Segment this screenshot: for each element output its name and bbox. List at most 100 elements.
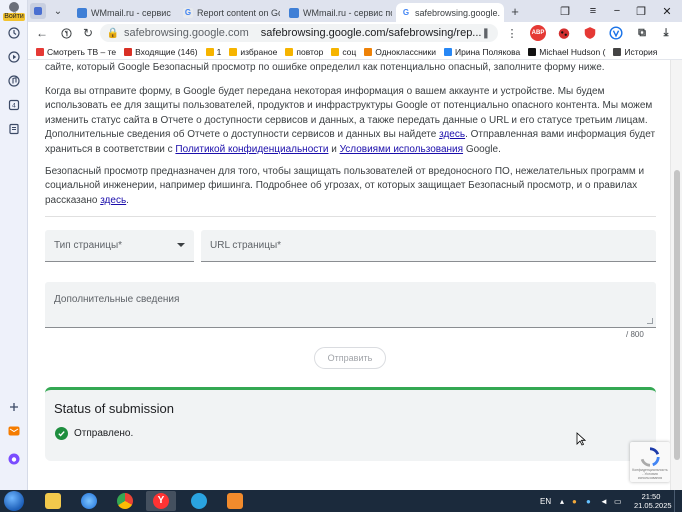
- report-details-link[interactable]: здесь: [439, 129, 465, 140]
- page-url-label: URL страницы*: [210, 240, 282, 251]
- vpn-extension-icon[interactable]: [608, 25, 624, 41]
- recaptcha-text[interactable]: Конфиденциальность - Условия использован…: [632, 468, 668, 480]
- bookmark-item[interactable]: Смотреть ТВ – те: [36, 47, 116, 57]
- downloads-icon[interactable]: ⤓: [658, 25, 674, 41]
- bookmark-item[interactable]: История: [613, 47, 657, 57]
- start-button[interactable]: [4, 491, 24, 511]
- resize-handle-icon[interactable]: [647, 318, 653, 324]
- submit-button[interactable]: Отправить: [314, 347, 386, 369]
- media-player-icon: [227, 493, 243, 509]
- show-desktop-button[interactable]: [674, 490, 682, 512]
- tabs-menu-button[interactable]: [30, 3, 46, 19]
- minimize-button[interactable]: −: [608, 2, 626, 20]
- submission-status-card: Status of submission Отправлено.: [45, 387, 656, 461]
- page-type-label: Тип страницы*: [54, 240, 123, 251]
- tab-safebrowsing[interactable]: G safebrowsing.google. ✕: [396, 3, 504, 22]
- chevron-down-icon: ⌄: [53, 5, 63, 17]
- login-button[interactable]: Войти: [3, 2, 25, 21]
- close-tab-icon[interactable]: ✕: [500, 7, 504, 18]
- taskbar-telegram[interactable]: [184, 491, 214, 511]
- play-icon[interactable]: [7, 50, 21, 64]
- tabs-count-icon[interactable]: 4: [7, 98, 21, 112]
- page-scrollbar[interactable]: [670, 60, 682, 490]
- extensions-icon[interactable]: ⧉: [634, 25, 650, 41]
- add-panel-icon[interactable]: [7, 400, 21, 414]
- taskbar-ie[interactable]: [74, 491, 104, 511]
- globe-icon: [81, 493, 97, 509]
- back-button[interactable]: ←: [34, 25, 50, 41]
- address-url[interactable]: safebrowsing.google.com/safebrowsing/rep…: [261, 27, 482, 39]
- bookmark-folder[interactable]: соц: [331, 47, 356, 57]
- threats-info-link[interactable]: здесь: [100, 195, 126, 206]
- tab-wmmail-1[interactable]: WMmail.ru - сервис по: [72, 3, 174, 22]
- google-icon: G: [183, 7, 193, 18]
- tab-overview-button[interactable]: ❐: [556, 2, 574, 20]
- check-circle-icon: [55, 427, 68, 440]
- tab-strip: ⌄ WMmail.ru - сервис по G Report content…: [28, 0, 682, 22]
- history-icon[interactable]: [7, 26, 21, 40]
- tray-expand-icon[interactable]: ▴: [560, 490, 564, 512]
- mail-app-icon[interactable]: [7, 424, 21, 438]
- notifications-icon[interactable]: ▭: [614, 490, 622, 512]
- taskbar-chrome[interactable]: [110, 491, 140, 511]
- shield-extension-icon[interactable]: [582, 25, 598, 41]
- recaptcha-badge[interactable]: Конфиденциальность - Условия использован…: [630, 442, 670, 482]
- page-url-input[interactable]: URL страницы*: [201, 230, 656, 262]
- maximize-button[interactable]: ❐: [632, 2, 650, 20]
- scrollbar-thumb[interactable]: [674, 170, 680, 460]
- ladybug-extension-icon[interactable]: [556, 25, 572, 41]
- adblock-plus-icon[interactable]: ABP: [530, 25, 546, 41]
- tab-title: WMmail.ru - сервис по: [303, 7, 392, 18]
- yandex-button[interactable]: [58, 25, 74, 41]
- lock-icon: 🔒: [106, 27, 120, 39]
- tray-app-icon[interactable]: ●: [572, 490, 577, 512]
- tab-title: WMmail.ru - сервис по: [91, 7, 174, 18]
- more-button[interactable]: ⋮: [504, 25, 520, 41]
- music-icon[interactable]: [7, 74, 21, 88]
- alice-assistant-icon[interactable]: [7, 452, 21, 466]
- folder-icon: [331, 47, 340, 56]
- svg-text:4: 4: [12, 102, 16, 110]
- volume-icon[interactable]: ◄: [600, 490, 608, 512]
- folder-icon: [229, 47, 238, 56]
- bookmark-item[interactable]: Ирина Полякова: [443, 47, 520, 57]
- close-window-button[interactable]: ✕: [658, 2, 676, 20]
- language-indicator[interactable]: EN: [540, 490, 551, 512]
- wmmail-icon: [289, 7, 299, 18]
- bookmark-item[interactable]: Входящие (146): [124, 47, 198, 57]
- collections-icon[interactable]: [7, 122, 21, 136]
- close-icon: ✕: [662, 5, 672, 18]
- section-divider: [45, 216, 656, 217]
- mouse-cursor-icon: [576, 432, 586, 446]
- reload-button[interactable]: ↻: [80, 25, 96, 41]
- copy-icon: ❐: [560, 5, 570, 18]
- network-icon[interactable]: ●: [586, 490, 591, 512]
- taskbar-media[interactable]: [220, 491, 250, 511]
- clock-time: 21:50: [641, 492, 661, 501]
- address-bar[interactable]: 🔒 safebrowsing.google.com safebrowsing.g…: [100, 24, 498, 42]
- wmmail-icon: [77, 7, 87, 18]
- bookmark-item[interactable]: Одноклассники: [364, 47, 436, 57]
- bookmark-folder[interactable]: повтор: [285, 47, 323, 57]
- chrome-icon: [117, 493, 133, 509]
- status-message: Отправлено.: [74, 428, 134, 439]
- system-clock[interactable]: 21:50 21.05.2025: [634, 492, 672, 510]
- yandex-logo-icon: [60, 27, 72, 39]
- taskbar-explorer[interactable]: [38, 491, 68, 511]
- folder-icon: [205, 47, 214, 56]
- taskbar-yandex[interactable]: Y: [146, 491, 176, 511]
- bookmark-item[interactable]: Michael Hudson (: [528, 47, 605, 57]
- privacy-policy-link[interactable]: Политикой конфиденциальности: [175, 144, 328, 155]
- tab-wmmail-2[interactable]: WMmail.ru - сервис по: [284, 3, 392, 22]
- menu-button[interactable]: ≡: [584, 2, 602, 20]
- tab-report-content[interactable]: G Report content on Goo: [178, 3, 280, 22]
- bookmark-folder[interactable]: 1: [205, 47, 221, 57]
- additional-details-textarea[interactable]: Дополнительные сведения: [45, 282, 656, 328]
- tab-search-button[interactable]: ⌄: [50, 3, 66, 19]
- bookmark-folder[interactable]: избраное: [229, 47, 277, 57]
- terms-link[interactable]: Условиями использования: [340, 144, 463, 155]
- bookmark-icon[interactable]: ❚: [482, 28, 490, 39]
- history-icon: [613, 47, 622, 56]
- page-type-select[interactable]: Тип страницы*: [45, 230, 194, 262]
- new-tab-button[interactable]: +: [507, 3, 523, 19]
